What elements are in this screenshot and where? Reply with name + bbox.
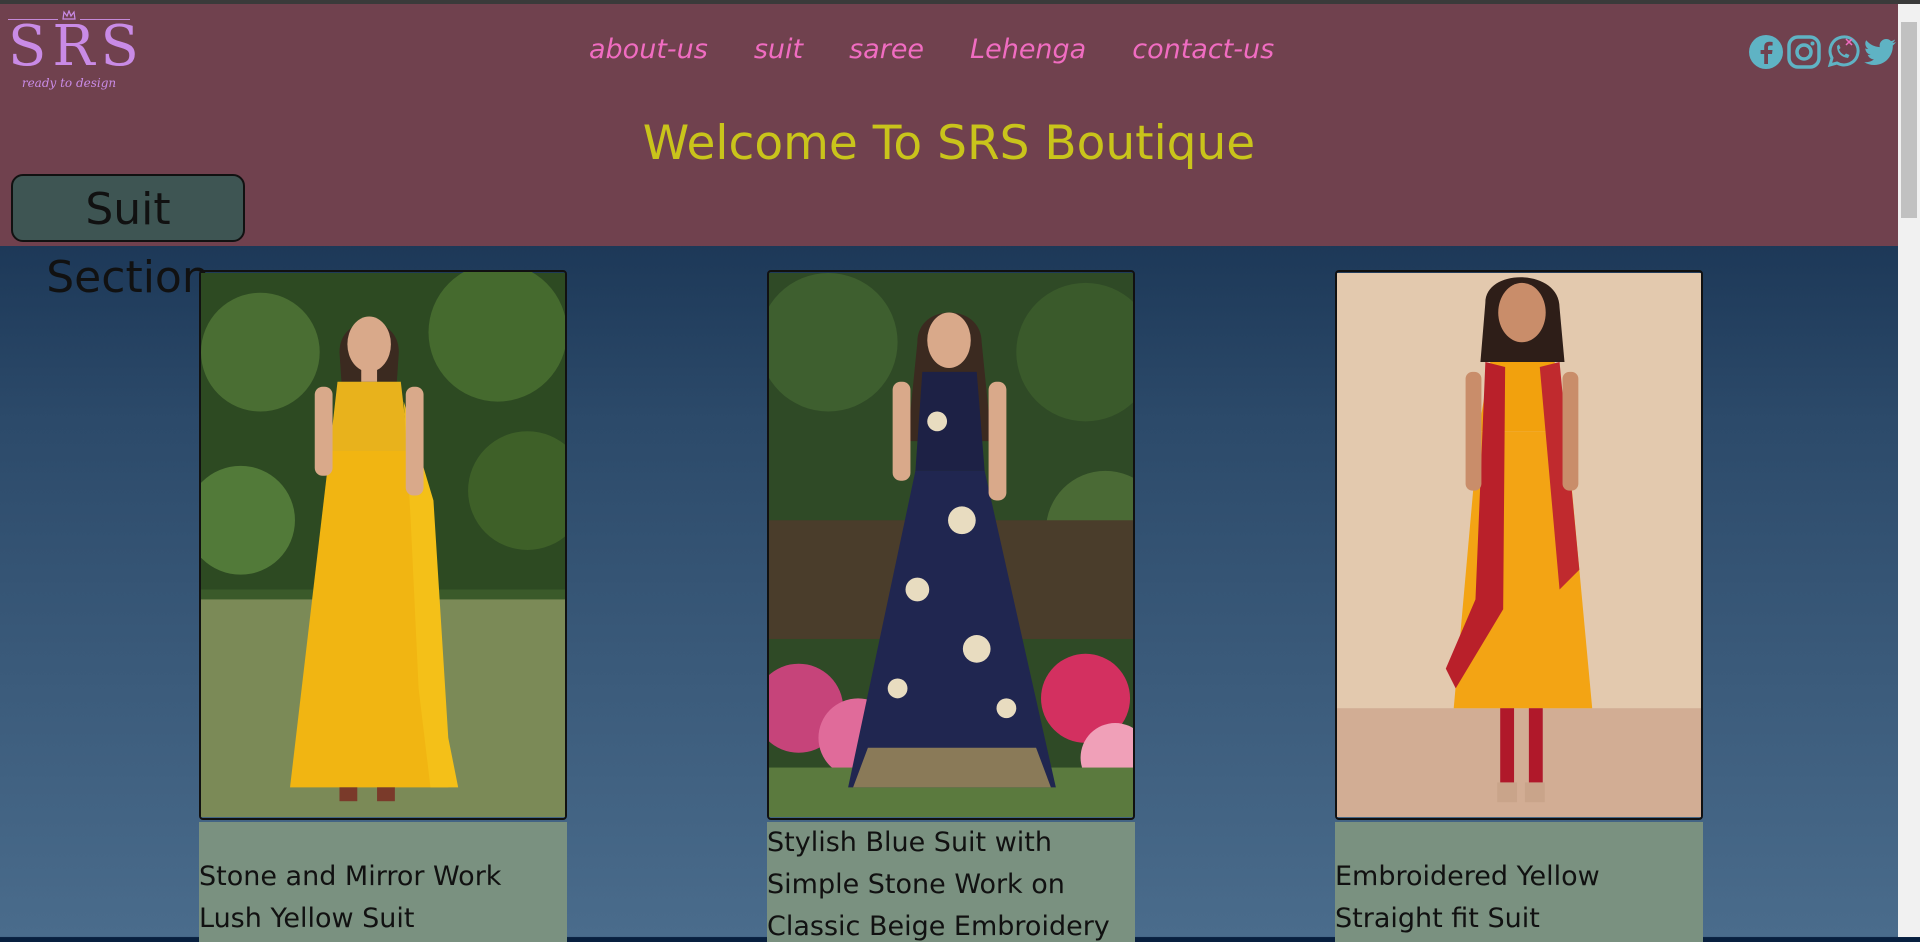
logo-text: SRS [8,14,145,79]
main-nav: about-us suit saree Lehenga contact-us [589,34,1274,65]
header: SRS ready to design about-us suit saree … [0,4,1898,246]
logo[interactable]: SRS ready to design [8,10,145,94]
nav-about-us[interactable]: about-us [589,34,708,65]
welcome-heading: Welcome To SRS Boutique [642,116,1256,171]
product-image-yellow-suit[interactable] [199,270,567,820]
product-image-blue-suit[interactable] [767,270,1135,820]
nav-contact-us[interactable]: contact-us [1132,34,1274,65]
product-image-embroidered-suit[interactable] [1335,270,1703,820]
whatsapp-icon[interactable] [1824,34,1860,70]
nav-suit[interactable]: suit [754,34,803,65]
product-caption: Stone and Mirror Work Lush Yellow Suit [199,822,567,942]
facebook-icon[interactable] [1748,34,1784,70]
product-caption: Embroidered Yellow Straight fit Suit [1335,822,1703,942]
product-card[interactable]: Stylish Blue Suit with Simple Stone Work… [767,270,1135,942]
scrollbar-thumb[interactable] [1901,22,1917,218]
social-links [1748,34,1898,70]
twitter-icon[interactable] [1862,34,1898,70]
logo-tagline: ready to design [21,76,117,90]
nav-lehenga[interactable]: Lehenga [970,34,1086,65]
scrollbar[interactable] [1898,4,1920,937]
suit-section-button[interactable]: Suit Section [11,174,245,303]
instagram-icon[interactable] [1786,34,1822,70]
nav-saree[interactable]: saree [849,34,924,65]
product-caption: Stylish Blue Suit with Simple Stone Work… [767,822,1135,942]
product-card[interactable]: Embroidered Yellow Straight fit Suit [1335,270,1703,942]
product-card[interactable]: Stone and Mirror Work Lush Yellow Suit [199,270,567,942]
